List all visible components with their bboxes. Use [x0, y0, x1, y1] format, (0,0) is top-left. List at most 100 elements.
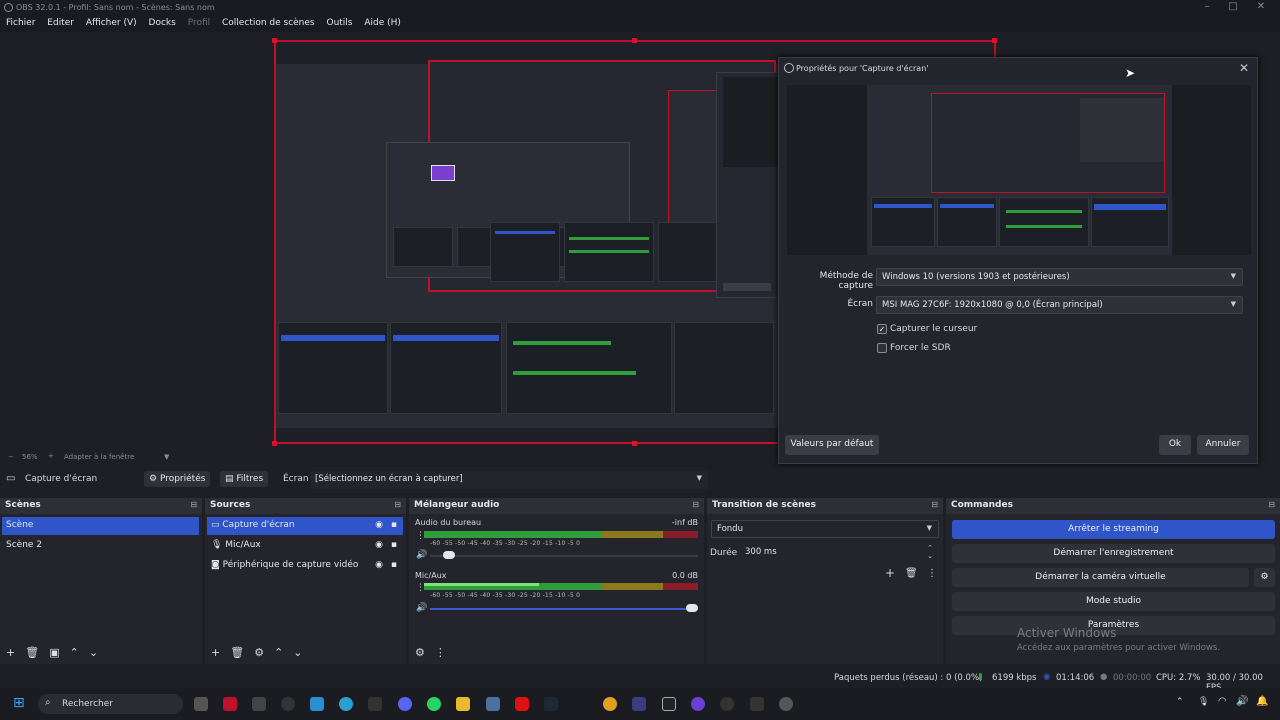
eye-icon[interactable]: ◉	[375, 520, 383, 530]
resize-handle[interactable]	[272, 38, 277, 43]
dock-menu-icon[interactable]: ⊟	[394, 500, 401, 509]
app-icon[interactable]	[252, 697, 266, 711]
volume-track[interactable]	[430, 608, 698, 610]
menu-edit[interactable]: Editer	[47, 18, 74, 28]
menu-docks[interactable]: Docks	[149, 18, 176, 28]
volume-track[interactable]	[430, 555, 698, 557]
speaker-icon[interactable]: 🔊	[416, 603, 427, 613]
app-icon[interactable]	[691, 697, 705, 711]
close-icon[interactable]: ✕	[1254, 1, 1268, 12]
trash-icon[interactable]: 🗑	[905, 568, 918, 579]
menu-view[interactable]: Afficher (V)	[86, 18, 137, 28]
volume-slider[interactable]	[686, 604, 698, 612]
start-virtual-camera-button[interactable]: Démarrer la caméra virtuelle	[952, 568, 1249, 587]
trash-icon[interactable]: 🗑	[25, 646, 39, 659]
dock-menu-icon[interactable]: ⊟	[190, 500, 197, 509]
resize-handle[interactable]	[272, 441, 277, 446]
app-icon[interactable]	[194, 697, 208, 711]
gear-icon[interactable]: ⚙	[254, 646, 264, 659]
filters-button[interactable]: ▤ Filtres	[220, 471, 269, 487]
add-icon[interactable]: +	[211, 646, 220, 659]
trash-icon[interactable]: 🗑	[230, 646, 244, 659]
more-icon[interactable]: ⋮	[416, 531, 425, 541]
zoom-in-icon[interactable]: +	[48, 452, 54, 460]
source-item[interactable]: ◙ Périphérique de capture vidéo ◉ ▪	[207, 557, 403, 575]
more-icon[interactable]: ⋮	[927, 568, 937, 579]
source-item[interactable]: ▭ Capture d'écran ◉ ▪	[207, 517, 403, 535]
maximize-icon[interactable]: □	[1226, 1, 1240, 12]
move-up-icon[interactable]: ⌃	[70, 646, 79, 659]
zoom-out-icon[interactable]: −	[8, 453, 14, 461]
move-up-icon[interactable]: ⌃	[274, 646, 283, 659]
add-icon[interactable]: +	[6, 646, 15, 659]
virtual-camera-settings[interactable]: ⚙	[1254, 568, 1275, 587]
dock-menu-icon[interactable]: ⊟	[931, 500, 938, 509]
youtube-icon[interactable]	[515, 697, 529, 711]
eye-icon[interactable]: ◉	[375, 540, 383, 550]
discord-icon[interactable]	[398, 697, 412, 711]
resize-handle[interactable]	[632, 38, 637, 43]
transition-select[interactable]: Fondu ▼	[711, 520, 939, 538]
dock-menu-icon[interactable]: ⊟	[1268, 500, 1275, 509]
app-icon[interactable]	[223, 697, 237, 711]
studio-mode-button[interactable]: Mode studio	[952, 592, 1275, 611]
resize-handle[interactable]	[992, 38, 997, 43]
taskbar-search[interactable]: ⌕ Rechercher	[38, 694, 183, 714]
app-icon[interactable]	[750, 697, 764, 711]
steam-icon[interactable]	[544, 697, 558, 711]
minimize-icon[interactable]: –	[1200, 1, 1214, 12]
scene-item[interactable]: Scène 2	[2, 537, 199, 555]
wifi-icon[interactable]: ◠	[1218, 696, 1227, 707]
start-recording-button[interactable]: Démarrer l'enregistrement	[952, 544, 1275, 563]
capture-method-select[interactable]: Windows 10 (versions 1903 et postérieure…	[876, 268, 1243, 286]
zoom-dropdown-icon[interactable]: ▼	[164, 453, 169, 461]
eye-icon[interactable]: ◉	[375, 560, 383, 570]
tray-chevron-icon[interactable]: ⌃	[1176, 697, 1184, 707]
filter-icon[interactable]: ▣	[49, 646, 59, 659]
source-item[interactable]: 🎙 Mic/Aux ◉ ▪	[207, 537, 403, 555]
dock-menu-icon[interactable]: ⊟	[692, 500, 699, 509]
defaults-button[interactable]: Valeurs par défaut	[785, 435, 879, 455]
microphone-icon[interactable]: 🎙	[1198, 697, 1209, 707]
resize-handle[interactable]	[632, 441, 637, 446]
folder-icon[interactable]	[456, 697, 470, 711]
app-icon[interactable]	[310, 697, 324, 711]
obs-icon[interactable]	[720, 697, 734, 711]
move-down-icon[interactable]: ⌄	[89, 646, 98, 659]
lock-icon[interactable]: ▪	[391, 520, 397, 530]
settings-app-icon[interactable]	[779, 697, 793, 711]
duration-spinbox[interactable]: 300 ms ⌃ ⌄	[740, 544, 939, 562]
add-icon[interactable]: +	[885, 566, 895, 580]
stop-streaming-button[interactable]: Arrêter le streaming	[952, 520, 1275, 539]
zoom-fit[interactable]: Adapter à la fenêtre	[64, 453, 134, 461]
menu-file[interactable]: Fichier	[6, 18, 35, 28]
volume-icon[interactable]: 🔊	[1236, 696, 1248, 707]
edge-icon[interactable]	[339, 697, 353, 711]
lock-icon[interactable]: ▪	[391, 540, 397, 550]
more-icon[interactable]: ⋮	[416, 583, 425, 593]
menu-scene-collection[interactable]: Collection de scènes	[222, 18, 315, 28]
app-icon[interactable]	[486, 697, 500, 711]
app-icon[interactable]	[368, 697, 382, 711]
mixer-settings-icon[interactable]: ⚙	[415, 646, 425, 659]
spin-arrows-icon[interactable]: ⌃ ⌄	[927, 544, 933, 560]
chrome-icon[interactable]	[603, 697, 617, 711]
close-icon[interactable]: ✕	[1239, 61, 1249, 75]
menu-tools[interactable]: Outils	[326, 18, 352, 28]
screen-select[interactable]: MSI MAG 27C6F: 1920x1080 @ 0,0 (Écran pr…	[876, 296, 1243, 314]
screen-toolbar-select[interactable]: [Sélectionnez un écran à capturer] ▼	[310, 471, 708, 489]
scene-item[interactable]: Scène	[2, 517, 199, 535]
cancel-button[interactable]: Annuler	[1197, 435, 1249, 455]
move-down-icon[interactable]: ⌄	[293, 646, 302, 659]
ok-button[interactable]: Ok	[1159, 435, 1191, 455]
lock-icon[interactable]: ▪	[391, 560, 397, 570]
volume-slider[interactable]	[442, 551, 455, 559]
capture-cursor-checkbox[interactable]: ✓	[877, 324, 887, 334]
speaker-icon[interactable]: 🔊	[416, 550, 427, 560]
force-sdr-checkbox[interactable]	[877, 343, 887, 353]
menu-help[interactable]: Aide (H)	[364, 18, 401, 28]
properties-button[interactable]: ⚙ Propriétés	[144, 471, 211, 487]
unreal-icon[interactable]	[662, 697, 676, 711]
app-icon[interactable]	[281, 697, 295, 711]
windows-start-icon[interactable]: ⊞	[13, 695, 25, 711]
